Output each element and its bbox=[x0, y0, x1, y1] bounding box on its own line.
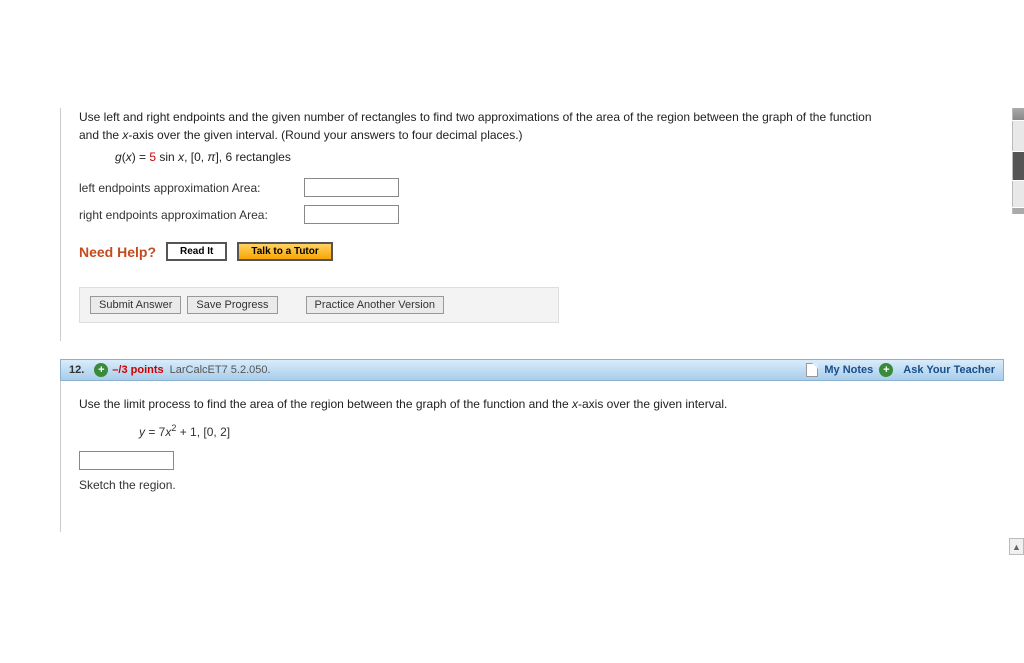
q12-prompt: Use the limit process to find the area o… bbox=[79, 395, 986, 413]
ask-plus-icon: + bbox=[879, 363, 893, 377]
eqn-sin: sin bbox=[156, 150, 178, 164]
talk-to-tutor-button[interactable]: Talk to a Tutor bbox=[237, 242, 332, 261]
my-notes-link[interactable]: My Notes bbox=[824, 364, 873, 376]
page-content: Use left and right endpoints and the giv… bbox=[0, 108, 1024, 532]
right-approx-label: right endpoints approximation Area: bbox=[79, 208, 304, 222]
need-help-label: Need Help? bbox=[79, 244, 156, 260]
left-approx-label: left endpoints approximation Area: bbox=[79, 181, 304, 195]
q12-answer-input[interactable] bbox=[79, 451, 174, 470]
question-12-header: 12. + –/3 points LarCalcET7 5.2.050. My … bbox=[60, 359, 1004, 381]
window-edge-decor bbox=[1012, 108, 1024, 214]
right-approx-row: right endpoints approximation Area: bbox=[79, 201, 986, 228]
q12-prompt-a: Use the limit process to find the area o… bbox=[79, 397, 572, 411]
eqn2-eq: = 7 bbox=[145, 425, 165, 439]
left-approx-row: left endpoints approximation Area: bbox=[79, 174, 986, 201]
q11-prompt-line2b: -axis over the given interval. (Round yo… bbox=[128, 128, 522, 142]
q11-action-bar: Submit Answer Save Progress Practice Ano… bbox=[79, 287, 559, 323]
eqn2-tail: + 1, [0, 2] bbox=[176, 425, 230, 439]
read-it-button[interactable]: Read It bbox=[166, 242, 227, 261]
q12-score: –/3 points bbox=[112, 364, 163, 376]
submit-answer-button[interactable]: Submit Answer bbox=[90, 296, 181, 314]
q11-equation: g(x) = 5 sin x, [0, π], 6 rectangles bbox=[79, 144, 986, 174]
q12-header-right: My Notes + Ask Your Teacher bbox=[806, 363, 995, 377]
expand-icon[interactable]: + bbox=[94, 363, 108, 377]
need-help-row: Need Help? Read It Talk to a Tutor bbox=[79, 242, 986, 261]
q12-sketch-label: Sketch the region. bbox=[79, 478, 986, 492]
ask-your-teacher-link[interactable]: Ask Your Teacher bbox=[903, 364, 995, 376]
scroll-up-arrow-icon[interactable]: ▲ bbox=[1009, 538, 1024, 555]
question-12-body: Use the limit process to find the area o… bbox=[60, 381, 1004, 532]
right-approx-input[interactable] bbox=[304, 205, 399, 224]
notes-icon bbox=[806, 363, 818, 377]
eqn-g: g bbox=[115, 150, 122, 164]
q11-prompt-line2a: and the bbox=[79, 128, 122, 142]
practice-another-button[interactable]: Practice Another Version bbox=[306, 296, 444, 314]
question-11-body: Use left and right endpoints and the giv… bbox=[60, 108, 1004, 341]
save-progress-button[interactable]: Save Progress bbox=[187, 296, 277, 314]
q12-prompt-b: -axis over the given interval. bbox=[578, 397, 727, 411]
left-approx-input[interactable] bbox=[304, 178, 399, 197]
q11-prompt-line1: Use left and right endpoints and the giv… bbox=[79, 110, 872, 124]
q12-number: 12. bbox=[69, 364, 84, 376]
q11-prompt: Use left and right endpoints and the giv… bbox=[79, 108, 986, 144]
q12-equation: y = 7x2 + 1, [0, 2] bbox=[79, 413, 986, 451]
eqn-close-eq: ) = bbox=[132, 150, 150, 164]
q12-book-ref: LarCalcET7 5.2.050. bbox=[170, 364, 271, 376]
eqn-int-b: ], 6 rectangles bbox=[215, 150, 290, 164]
eqn-int-a: , [0, bbox=[184, 150, 207, 164]
